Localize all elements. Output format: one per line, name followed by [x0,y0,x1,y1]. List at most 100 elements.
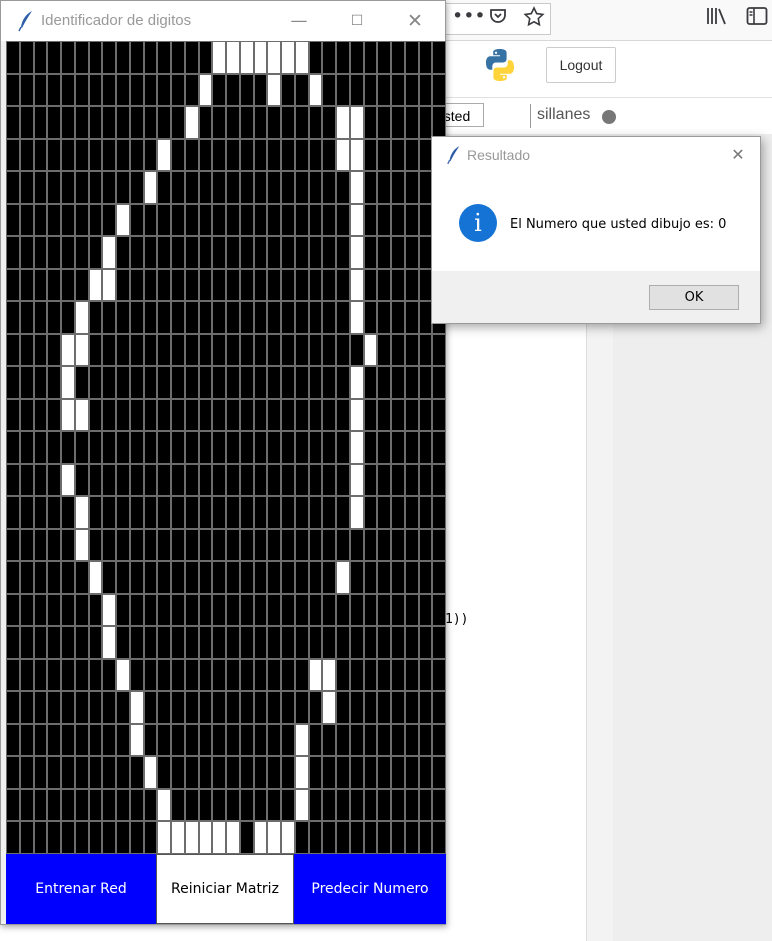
grid-cell[interactable] [295,724,308,756]
grid-cell[interactable] [213,367,225,398]
grid-cell[interactable] [323,74,335,106]
grid-cell[interactable] [144,399,157,431]
grid-cell[interactable] [172,822,184,853]
grid-cell[interactable] [227,139,239,171]
grid-cell[interactable] [323,42,335,73]
grid-cell[interactable] [62,757,74,788]
grid-cell[interactable] [158,139,170,171]
grid-cell[interactable] [213,594,225,626]
grid-cell[interactable] [48,204,60,236]
grid-cell[interactable] [103,432,115,463]
grid-cell[interactable] [433,822,445,853]
grid-cell[interactable] [172,724,184,756]
grid-cell[interactable] [103,757,115,788]
grid-cell[interactable] [199,269,212,301]
sidebar-icon[interactable] [746,6,768,30]
grid-cell[interactable] [227,334,239,366]
grid-cell[interactable] [378,432,390,463]
grid-cell[interactable] [75,789,88,821]
grid-cell[interactable] [62,334,74,366]
grid-cell[interactable] [392,822,404,853]
grid-cell[interactable] [240,757,253,788]
grid-cell[interactable] [144,497,157,528]
more-icon[interactable]: ••• [452,6,486,26]
grid-cell[interactable] [48,464,60,496]
grid-cell[interactable] [323,822,335,853]
grid-cell[interactable] [130,399,143,431]
grid-cell[interactable] [48,692,60,723]
grid-cell[interactable] [254,237,267,268]
grid-cell[interactable] [117,724,129,756]
grid-cell[interactable] [240,432,253,463]
grid-cell[interactable] [364,74,377,106]
grid-cell[interactable] [350,204,363,236]
grid-cell[interactable] [199,692,212,723]
grid-cell[interactable] [392,497,404,528]
grid-cell[interactable] [117,139,129,171]
grid-cell[interactable] [103,529,115,561]
grid-cell[interactable] [240,822,253,853]
grid-cell[interactable] [392,757,404,788]
grid-cell[interactable] [34,302,47,333]
grid-cell[interactable] [199,497,212,528]
grid-cell[interactable] [282,659,294,691]
grid-cell[interactable] [295,334,308,366]
grid-cell[interactable] [433,74,445,106]
grid-cell[interactable] [350,334,363,366]
grid-cell[interactable] [419,42,432,73]
grid-cell[interactable] [419,399,432,431]
grid-cell[interactable] [213,237,225,268]
grid-cell[interactable] [419,334,432,366]
grid-cell[interactable] [268,42,280,73]
grid-cell[interactable] [34,432,47,463]
grid-cell[interactable] [392,562,404,593]
grid-cell[interactable] [309,529,322,561]
grid-cell[interactable] [20,659,33,691]
grid-cell[interactable] [213,562,225,593]
grid-cell[interactable] [392,399,404,431]
grid-cell[interactable] [392,594,404,626]
grid-cell[interactable] [172,464,184,496]
grid-cell[interactable] [364,172,377,203]
grid-cell[interactable] [268,74,280,106]
maximize-icon[interactable]: ☐ [337,7,377,35]
grid-cell[interactable] [117,692,129,723]
grid-cell[interactable] [240,529,253,561]
grid-cell[interactable] [75,334,88,366]
grid-cell[interactable] [75,42,88,73]
grid-cell[interactable] [130,432,143,463]
grid-cell[interactable] [227,724,239,756]
grid-cell[interactable] [62,789,74,821]
grid-cell[interactable] [117,627,129,658]
grid-cell[interactable] [323,562,335,593]
grid-cell[interactable] [227,789,239,821]
grid-cell[interactable] [144,107,157,138]
grid-cell[interactable] [158,367,170,398]
grid-cell[interactable] [7,822,19,853]
grid-cell[interactable] [227,822,239,853]
grid-cell[interactable] [282,269,294,301]
grid-cell[interactable] [130,789,143,821]
grid-cell[interactable] [350,562,363,593]
grid-cell[interactable] [268,659,280,691]
grid-cell[interactable] [433,692,445,723]
grid-cell[interactable] [323,139,335,171]
grid-cell[interactable] [309,562,322,593]
grid-cell[interactable] [405,724,418,756]
grid-cell[interactable] [337,627,349,658]
grid-cell[interactable] [158,172,170,203]
grid-cell[interactable] [172,432,184,463]
grid-cell[interactable] [213,692,225,723]
grid-cell[interactable] [103,464,115,496]
grid-cell[interactable] [103,139,115,171]
grid-cell[interactable] [213,42,225,73]
grid-cell[interactable] [117,237,129,268]
grid-cell[interactable] [62,432,74,463]
grid-cell[interactable] [103,627,115,658]
grid-cell[interactable] [323,594,335,626]
grid-cell[interactable] [392,107,404,138]
grid-cell[interactable] [103,302,115,333]
grid-cell[interactable] [254,204,267,236]
grid-cell[interactable] [392,692,404,723]
grid-cell[interactable] [419,789,432,821]
